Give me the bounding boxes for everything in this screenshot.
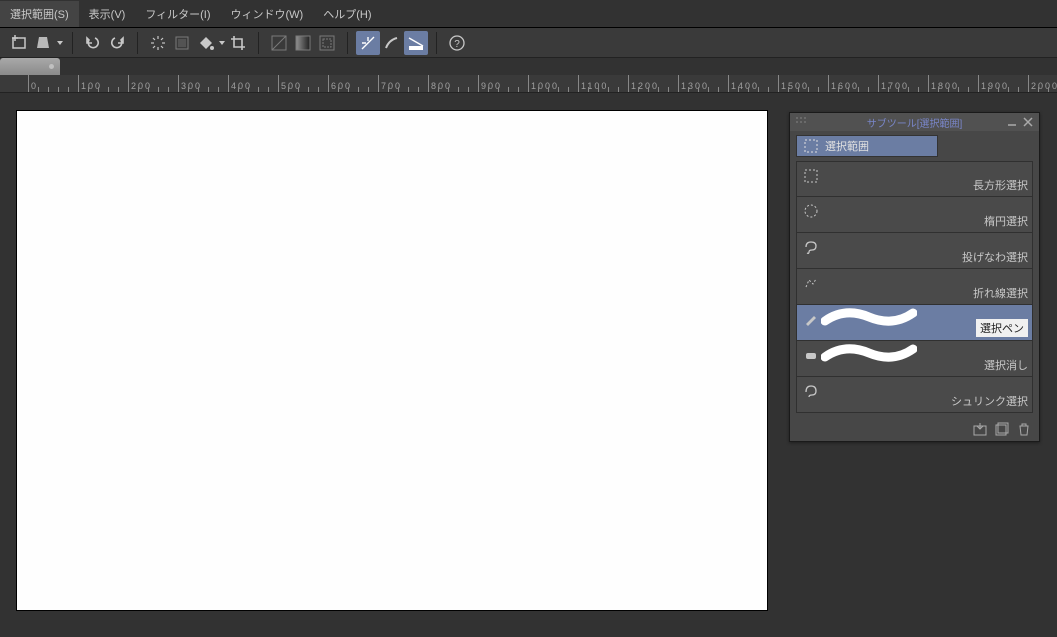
panel-titlebar[interactable]: サブツール[選択範囲] [790,113,1039,131]
toolbar: ? [0,28,1057,58]
separator [436,32,437,54]
ruler-mark: 1300 [678,75,709,92]
subtool-item[interactable]: 選択ペン [796,305,1033,341]
separator [347,32,348,54]
bucket-icon[interactable] [194,31,218,55]
new-canvas-icon[interactable] [8,31,32,55]
border-icon[interactable] [315,31,339,55]
subtool-item[interactable]: 折れ線選択 [796,269,1033,305]
close-icon[interactable] [1021,115,1035,129]
canvas[interactable] [17,111,767,610]
select-pen-icon [801,309,821,329]
help-icon[interactable]: ? [445,31,469,55]
subtool-category-label: 選択範囲 [825,138,869,154]
chevron-down-icon[interactable] [56,31,64,55]
subtool-item[interactable]: 楕円選択 [796,197,1033,233]
separator [137,32,138,54]
fill-icon[interactable] [32,31,56,55]
ruler-mark: 1700 [878,75,909,92]
redo-icon[interactable] [105,31,129,55]
ruler-mark: 1400 [728,75,759,92]
separator [72,32,73,54]
lasso-select-icon [801,237,821,257]
subtool-label: 長方形選択 [973,177,1028,193]
crop-icon[interactable] [226,31,250,55]
subtool-list: 長方形選択楕円選択投げなわ選択折れ線選択選択ペン選択消しシュリンク選択 [790,161,1039,417]
subtool-category-row: 選択範囲 [790,131,1039,161]
subtool-label: 選択消し [984,357,1028,373]
subtool-category[interactable]: 選択範囲 [796,135,938,157]
subtool-label: 楕円選択 [984,213,1028,229]
snap-ruler-icon[interactable] [404,31,428,55]
svg-text:?: ? [454,39,460,50]
subtool-label: 投げなわ選択 [962,249,1028,265]
file-tab-bar [0,58,1057,75]
ruler-mark: 1800 [928,75,959,92]
undo-icon[interactable] [81,31,105,55]
select-eraser-icon [801,345,821,365]
menu-item-view[interactable]: 表示(V) [79,1,136,27]
rect-select-icon [803,138,819,154]
grip-icon [796,117,806,125]
brush-snap-icon[interactable] [380,31,404,55]
ruler-mark: 1600 [828,75,859,92]
menu-bar: 選択範囲(S) 表示(V) フィルター(I) ウィンドウ(W) ヘルプ(H) [0,0,1057,28]
chevron-down-icon[interactable] [218,31,226,55]
subtool-label: 折れ線選択 [973,285,1028,301]
subtool-item[interactable]: 選択消し [796,341,1033,377]
subtool-item[interactable]: 長方形選択 [796,161,1033,197]
clear-icon[interactable] [146,31,170,55]
ellipse-select-icon [801,201,821,221]
subtool-item[interactable]: 投げなわ選択 [796,233,1033,269]
ruler-mark: 2000 [1028,75,1057,92]
import-subtool-icon[interactable] [971,420,989,438]
panel-title: サブツール[選択範囲] [867,115,963,130]
ruler-mark: 1200 [628,75,659,92]
delete-subtool-icon[interactable] [1015,420,1033,438]
ruler-mark: 1500 [778,75,809,92]
subtool-item[interactable]: シュリンク選択 [796,377,1033,413]
menu-item-select[interactable]: 選択範囲(S) [0,1,79,27]
gradient-a-icon[interactable] [267,31,291,55]
rect-select-icon [801,166,821,186]
minimize-icon[interactable] [1005,115,1019,129]
ruler-mark: 0 [28,75,38,92]
add-subtool-icon[interactable] [993,420,1011,438]
ruler-mark: 1000 [528,75,559,92]
separator [258,32,259,54]
gradient-b-icon[interactable] [291,31,315,55]
menu-item-filter[interactable]: フィルター(I) [135,1,220,27]
file-tab-indicator [49,64,54,69]
subtool-label: シュリンク選択 [951,393,1028,409]
menu-item-help[interactable]: ヘルプ(H) [313,1,381,27]
shrink-select-icon [801,381,821,401]
file-tab[interactable] [0,58,60,75]
panel-footer [790,417,1039,441]
polyline-select-icon [801,273,821,293]
layer-props-icon[interactable] [170,31,194,55]
brush-stroke-preview [821,343,917,363]
subtool-label: 選択ペン [976,319,1028,337]
horizontal-ruler: 0100200300400500600700800900100011001200… [0,75,1057,93]
menu-item-window[interactable]: ウィンドウ(W) [221,1,314,27]
subtool-panel: サブツール[選択範囲] 選択範囲 長方形選択楕円選択投げなわ選択折れ線選択選択ペ… [789,112,1040,442]
brush-stroke-preview [821,307,917,327]
snap-grid-icon[interactable] [356,31,380,55]
ruler-mark: 1100 [578,75,608,92]
ruler-mark: 1900 [978,75,1009,92]
